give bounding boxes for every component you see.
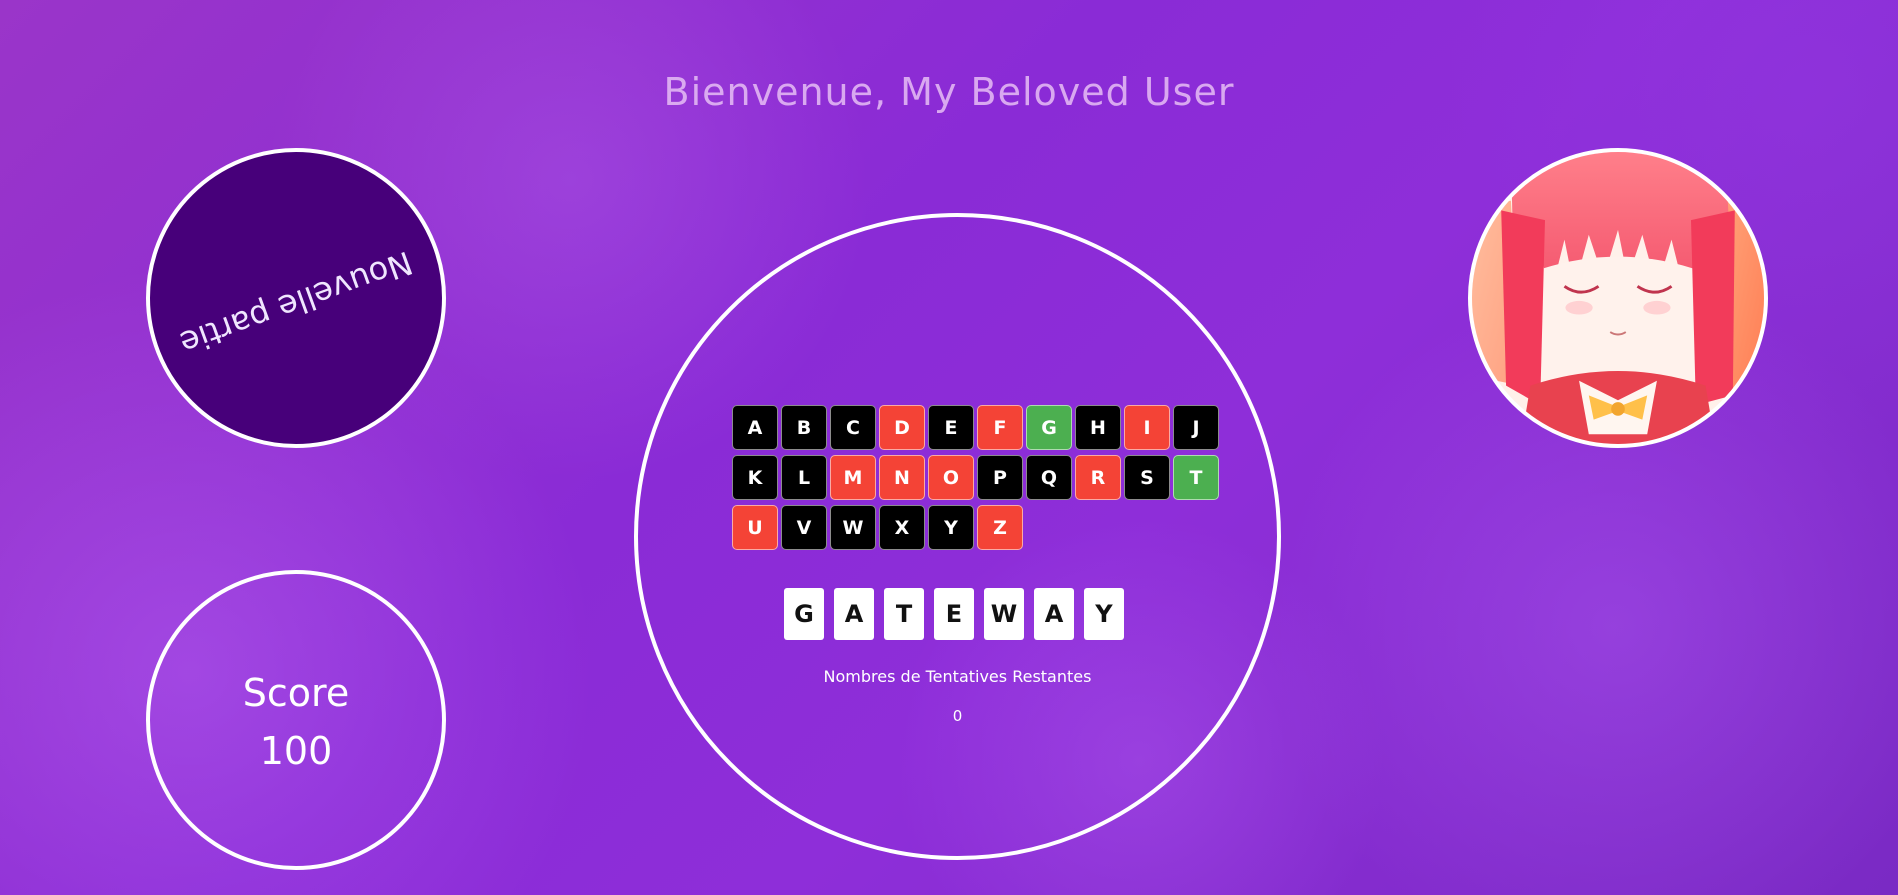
keyboard-row: UVWXYZ xyxy=(732,505,1232,550)
word-letter-tile: T xyxy=(884,588,924,640)
word-letter-tile: W xyxy=(984,588,1024,640)
key-y[interactable]: Y xyxy=(928,505,974,550)
key-i[interactable]: I xyxy=(1124,405,1170,450)
key-s[interactable]: S xyxy=(1124,455,1170,500)
key-h[interactable]: H xyxy=(1075,405,1121,450)
key-t[interactable]: T xyxy=(1173,455,1219,500)
keyboard-row: KLMNOPQRST xyxy=(732,455,1232,500)
avatar xyxy=(1468,148,1768,448)
key-u[interactable]: U xyxy=(732,505,778,550)
key-r[interactable]: R xyxy=(1075,455,1121,500)
keyboard-row: ABCDEFGHIJ xyxy=(732,405,1232,450)
key-a[interactable]: A xyxy=(732,405,778,450)
key-b[interactable]: B xyxy=(781,405,827,450)
attempts-value: 0 xyxy=(952,707,963,725)
word-display: GATEWAY xyxy=(784,588,1124,640)
key-z[interactable]: Z xyxy=(977,505,1023,550)
key-j[interactable]: J xyxy=(1173,405,1219,450)
key-l[interactable]: L xyxy=(781,455,827,500)
key-o[interactable]: O xyxy=(928,455,974,500)
attempts-label: Nombres de Tentatives Restantes xyxy=(823,667,1092,686)
key-x[interactable]: X xyxy=(879,505,925,550)
key-v[interactable]: V xyxy=(781,505,827,550)
page-title: Bienvenue, My Beloved User xyxy=(663,70,1235,114)
word-letter-tile: A xyxy=(1034,588,1074,640)
word-letter-tile: G xyxy=(784,588,824,640)
key-d[interactable]: D xyxy=(879,405,925,450)
key-f[interactable]: F xyxy=(977,405,1023,450)
new-game-label: Nouvelle partie xyxy=(174,243,418,363)
letter-keyboard: ABCDEFGHIJ KLMNOPQRST UVWXYZ xyxy=(732,405,1232,555)
key-n[interactable]: N xyxy=(879,455,925,500)
score-label: Score xyxy=(242,671,350,715)
score-panel: Score 100 xyxy=(146,570,446,870)
key-p[interactable]: P xyxy=(977,455,1023,500)
word-letter-tile: E xyxy=(934,588,974,640)
word-letter-tile: Y xyxy=(1084,588,1124,640)
anime-girl-avatar-icon xyxy=(1472,152,1764,444)
new-game-button[interactable]: Nouvelle partie xyxy=(146,148,446,448)
key-m[interactable]: M xyxy=(830,455,876,500)
key-c[interactable]: C xyxy=(830,405,876,450)
key-e[interactable]: E xyxy=(928,405,974,450)
score-value: 100 xyxy=(259,729,333,773)
key-q[interactable]: Q xyxy=(1026,455,1072,500)
key-k[interactable]: K xyxy=(732,455,778,500)
word-letter-tile: A xyxy=(834,588,874,640)
key-w[interactable]: W xyxy=(830,505,876,550)
key-g[interactable]: G xyxy=(1026,405,1072,450)
